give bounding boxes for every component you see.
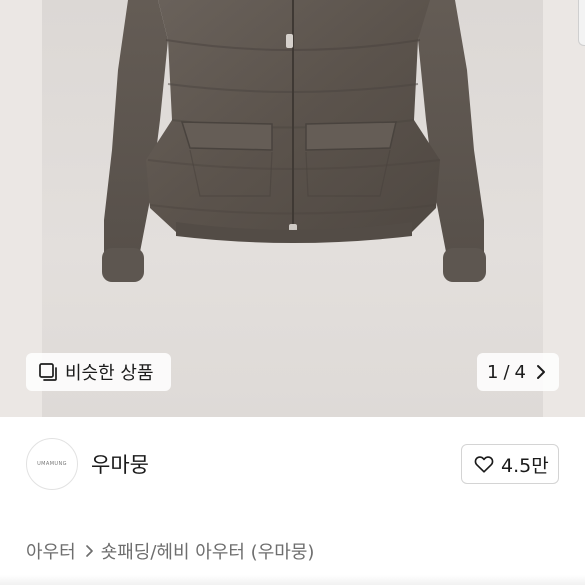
product-image-gallery[interactable]: 비슷한 상품 1 / 4 bbox=[0, 0, 585, 417]
similar-items-button[interactable]: 비슷한 상품 bbox=[26, 353, 171, 391]
like-count: 4.5만 bbox=[501, 454, 549, 477]
image-counter-current: 1 bbox=[487, 361, 499, 383]
content-cutoff-divider bbox=[0, 575, 585, 585]
chevron-right-icon bbox=[85, 544, 94, 558]
seller-avatar-logo-text: UMAMUNG bbox=[37, 461, 67, 467]
seller-avatar[interactable]: UMAMUNG bbox=[26, 438, 78, 490]
image-counter-next-button[interactable]: 1 / 4 bbox=[477, 353, 559, 391]
breadcrumb-category-padding[interactable]: 숏패딩/헤비 아우터 (우마뭉) bbox=[101, 538, 315, 564]
image-counter-total: 4 bbox=[514, 361, 526, 383]
image-counter-separator: / bbox=[503, 361, 510, 383]
similar-items-label: 비슷한 상품 bbox=[65, 363, 154, 384]
seller-name[interactable]: 우마뭉 bbox=[91, 449, 149, 479]
breadcrumb: 아우터 숏패딩/헤비 아우터 (우마뭉) bbox=[26, 538, 314, 564]
seller-info: UMAMUNG 우마뭉 4.5만 bbox=[0, 417, 585, 509]
like-button[interactable]: 4.5만 bbox=[461, 444, 559, 484]
scrollbar-handle[interactable] bbox=[578, 0, 585, 46]
breadcrumb-category-outer[interactable]: 아우터 bbox=[26, 538, 76, 564]
chevron-right-icon bbox=[536, 364, 546, 380]
heart-outline-icon bbox=[473, 453, 495, 475]
similar-items-icon bbox=[38, 362, 58, 382]
